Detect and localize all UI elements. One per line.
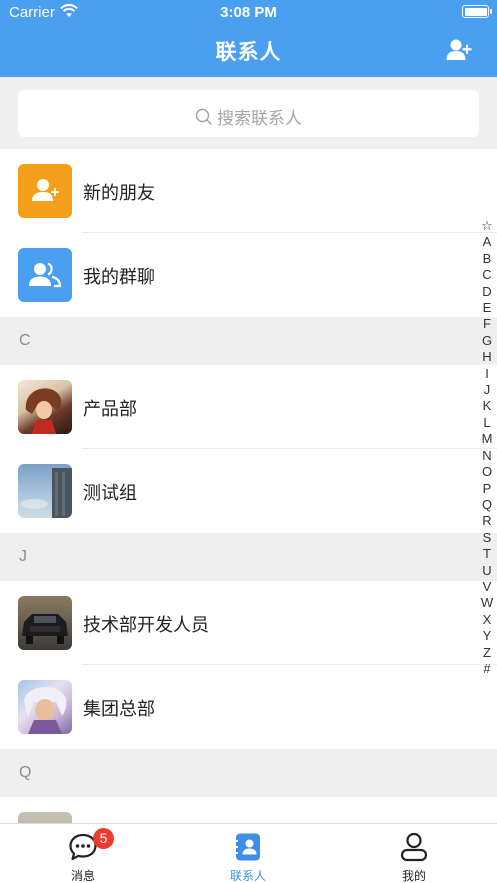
- index-letter[interactable]: P: [479, 481, 495, 497]
- index-letter[interactable]: J: [479, 382, 495, 398]
- index-letter[interactable]: Q: [479, 497, 495, 513]
- group-chat-icon: [18, 248, 72, 302]
- index-letter[interactable]: Y: [479, 628, 495, 644]
- avatar: [18, 464, 72, 518]
- section-header-c: C: [0, 317, 497, 365]
- index-letter[interactable]: G: [479, 333, 495, 349]
- alphabet-index[interactable]: ☆ A B C D E F G H I J K L M N O P Q R S T U V W X Y Z #: [479, 218, 495, 677]
- page-title: 联系人: [215, 41, 282, 64]
- index-letter[interactable]: O: [479, 464, 495, 480]
- tab-bar: 5 消息 联系人 我的: [0, 823, 497, 883]
- index-letter[interactable]: W: [479, 595, 495, 611]
- search-placeholder: 搜索联系人: [217, 109, 302, 128]
- index-letter[interactable]: T: [479, 546, 495, 562]
- index-letter[interactable]: #: [479, 661, 495, 677]
- contacts-icon: [234, 833, 260, 861]
- tab-messages[interactable]: 5 消息: [23, 824, 143, 883]
- profile-icon: [400, 832, 428, 862]
- avatar: [18, 596, 72, 650]
- tab-profile-label: 我的: [401, 869, 426, 883]
- tab-messages-label: 消息: [70, 869, 95, 883]
- index-letter[interactable]: M: [479, 431, 495, 447]
- index-letter[interactable]: E: [479, 300, 495, 316]
- index-letter[interactable]: V: [479, 579, 495, 595]
- index-letter[interactable]: ☆: [479, 218, 495, 234]
- tab-contacts-label: 联系人: [229, 869, 266, 883]
- contact-list: 新的朋友 我的群聊 C 产品部 测试组 J 技术部开发人员 集团总部 Q: [0, 149, 497, 881]
- nav-header: Carrier 3:08 PM 联系人: [0, 0, 497, 77]
- index-letter[interactable]: B: [479, 251, 495, 267]
- group-chat-row[interactable]: 我的群聊: [0, 233, 497, 317]
- contact-row[interactable]: 技术部开发人员: [0, 581, 497, 665]
- index-letter[interactable]: H: [479, 349, 495, 365]
- index-letter[interactable]: F: [479, 316, 495, 332]
- index-letter[interactable]: R: [479, 513, 495, 529]
- tab-contacts[interactable]: 联系人: [188, 824, 308, 883]
- tab-profile[interactable]: 我的: [354, 824, 474, 883]
- index-letter[interactable]: L: [479, 415, 495, 431]
- new-friends-label: 新的朋友: [83, 183, 155, 203]
- contact-name: 产品部: [83, 399, 137, 419]
- index-letter[interactable]: U: [479, 563, 495, 579]
- group-chat-label: 我的群聊: [83, 267, 155, 287]
- contact-name: 测试组: [83, 483, 137, 503]
- index-letter[interactable]: I: [479, 366, 495, 382]
- index-letter[interactable]: N: [479, 448, 495, 464]
- section-header-j: J: [0, 533, 497, 581]
- new-friend-icon: [18, 164, 72, 218]
- index-letter[interactable]: A: [479, 234, 495, 250]
- contact-name: 集团总部: [83, 699, 155, 719]
- index-letter[interactable]: X: [479, 612, 495, 628]
- index-letter[interactable]: C: [479, 267, 495, 283]
- status-bar: Carrier 3:08 PM: [0, 0, 497, 26]
- search-icon: [195, 108, 213, 126]
- contact-name: 技术部开发人员: [83, 615, 209, 635]
- battery-icon: [462, 5, 492, 18]
- search-area: 搜索联系人: [0, 77, 497, 149]
- add-contact-icon[interactable]: [446, 38, 472, 62]
- section-header-q: Q: [0, 749, 497, 797]
- contact-row[interactable]: 测试组: [0, 449, 497, 533]
- index-letter[interactable]: S: [479, 530, 495, 546]
- new-friends-row[interactable]: 新的朋友: [0, 149, 497, 233]
- unread-badge: 5: [93, 828, 114, 849]
- contact-row[interactable]: 集团总部: [0, 665, 497, 749]
- avatar: [18, 380, 72, 434]
- index-letter[interactable]: K: [479, 398, 495, 414]
- status-time: 3:08 PM: [220, 4, 277, 21]
- search-input[interactable]: 搜索联系人: [18, 90, 479, 137]
- contact-row[interactable]: 产品部: [0, 365, 497, 449]
- index-letter[interactable]: Z: [479, 645, 495, 661]
- avatar: [18, 680, 72, 734]
- index-letter[interactable]: D: [479, 284, 495, 300]
